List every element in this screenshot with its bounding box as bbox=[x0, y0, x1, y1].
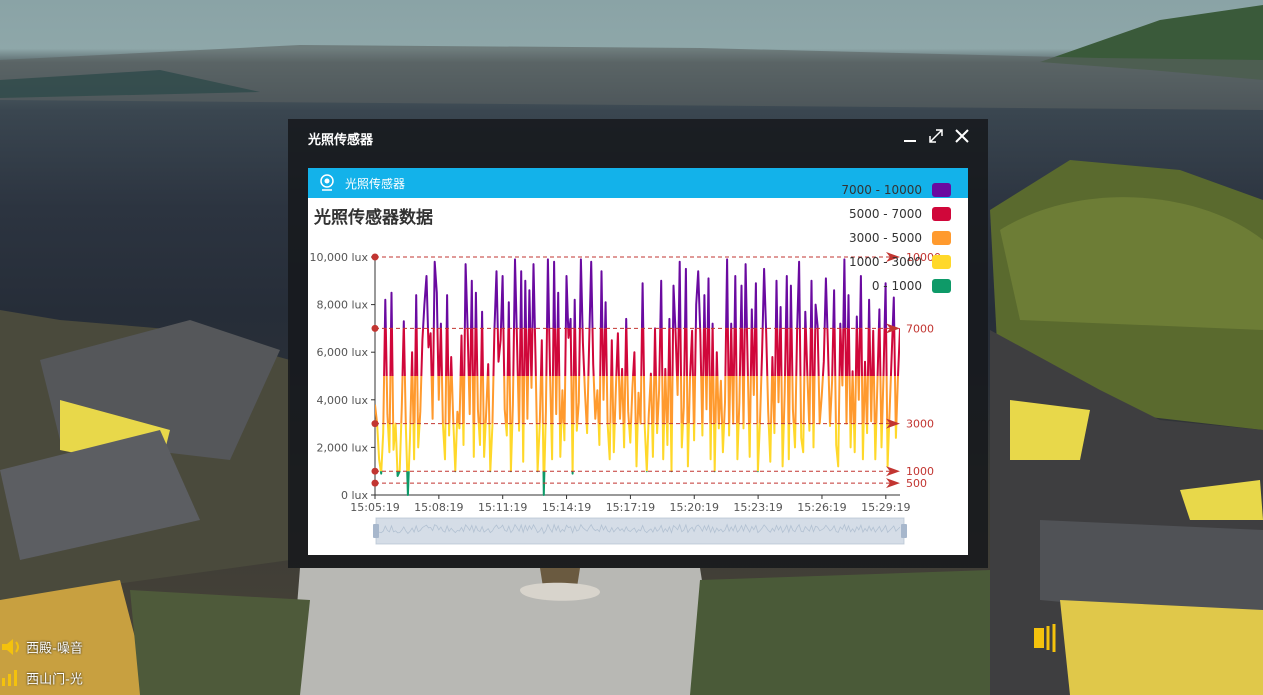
scene-tag-label: 西殿-噪音 bbox=[26, 641, 83, 657]
y-tick-label: 8,000 lux bbox=[316, 299, 368, 312]
speaker-icon bbox=[0, 637, 22, 661]
x-tick-label: 15:11:19 bbox=[478, 501, 527, 514]
mark-line-start-dot bbox=[371, 324, 379, 332]
x-tick-label: 15:23:19 bbox=[733, 501, 782, 514]
x-tick-label: 15:26:19 bbox=[797, 501, 846, 514]
speaker-icon[interactable] bbox=[1030, 620, 1060, 660]
light-sensor-chart[interactable]: 10,000 lux 8,000 lux 6,000 lux 4,000 lux 2,0… bbox=[308, 168, 968, 555]
sensor-dialog: 光照传感器 光照传感器 光照传感器数据 10,000 lux 8,000 lux 6… bbox=[288, 119, 988, 568]
data-zoom-handle-end[interactable] bbox=[901, 524, 907, 538]
legend-label: 5000 - 7000 bbox=[849, 207, 922, 221]
mark-line-start-dot bbox=[371, 479, 379, 487]
x-tick-label: 15:20:19 bbox=[670, 501, 719, 514]
mark-line-label: 3000 bbox=[906, 418, 934, 431]
legend-swatch[interactable] bbox=[932, 255, 951, 269]
x-tick-label: 15:29:19 bbox=[861, 501, 910, 514]
mark-line-start-dot bbox=[371, 420, 379, 428]
legend-swatch[interactable] bbox=[932, 279, 951, 293]
scene-tag-label: 西山门-光 bbox=[26, 672, 83, 688]
mark-line-start-dot bbox=[371, 467, 379, 475]
data-zoom-selection[interactable] bbox=[376, 518, 904, 544]
dialog-content: 光照传感器 光照传感器数据 10,000 lux 8,000 lux 6,000 l… bbox=[308, 168, 968, 555]
mark-line-label: 500 bbox=[906, 477, 927, 490]
y-tick-label: 10,000 lux bbox=[309, 251, 368, 264]
x-tick-label: 15:05:19 bbox=[350, 501, 399, 514]
legend-label: 1000 - 3000 bbox=[849, 255, 922, 269]
y-tick-label: 2,000 lux bbox=[316, 441, 368, 454]
legend-label: 3000 - 5000 bbox=[849, 231, 922, 245]
legend-label: 7000 - 10000 bbox=[841, 183, 922, 197]
legend-label: 0 - 1000 bbox=[872, 279, 922, 293]
legend-swatch[interactable] bbox=[932, 183, 951, 197]
mark-line-start-dot bbox=[371, 253, 379, 261]
y-tick-label: 4,000 lux bbox=[316, 394, 368, 407]
close-icon[interactable] bbox=[953, 127, 971, 145]
maximize-icon[interactable] bbox=[927, 127, 945, 145]
scene-tag-west-hall-noise[interactable]: 西殿-噪音 bbox=[0, 637, 83, 661]
x-tick-label: 15:08:19 bbox=[414, 501, 463, 514]
legend-swatch[interactable] bbox=[932, 207, 951, 221]
mark-line-label: 7000 bbox=[906, 322, 934, 335]
data-zoom-handle-start[interactable] bbox=[373, 524, 379, 538]
y-tick-label: 6,000 lux bbox=[316, 346, 368, 359]
x-tick-label: 15:14:19 bbox=[542, 501, 591, 514]
scene-tag-west-gate-light[interactable]: 西山门-光 bbox=[0, 668, 83, 692]
signal-icon bbox=[0, 668, 22, 692]
legend-swatch[interactable] bbox=[932, 231, 951, 245]
x-tick-label: 15:17:19 bbox=[606, 501, 655, 514]
dialog-title: 光照传感器 bbox=[308, 133, 374, 148]
minimize-icon[interactable] bbox=[901, 127, 919, 145]
series-line-band-3[interactable] bbox=[375, 259, 900, 495]
